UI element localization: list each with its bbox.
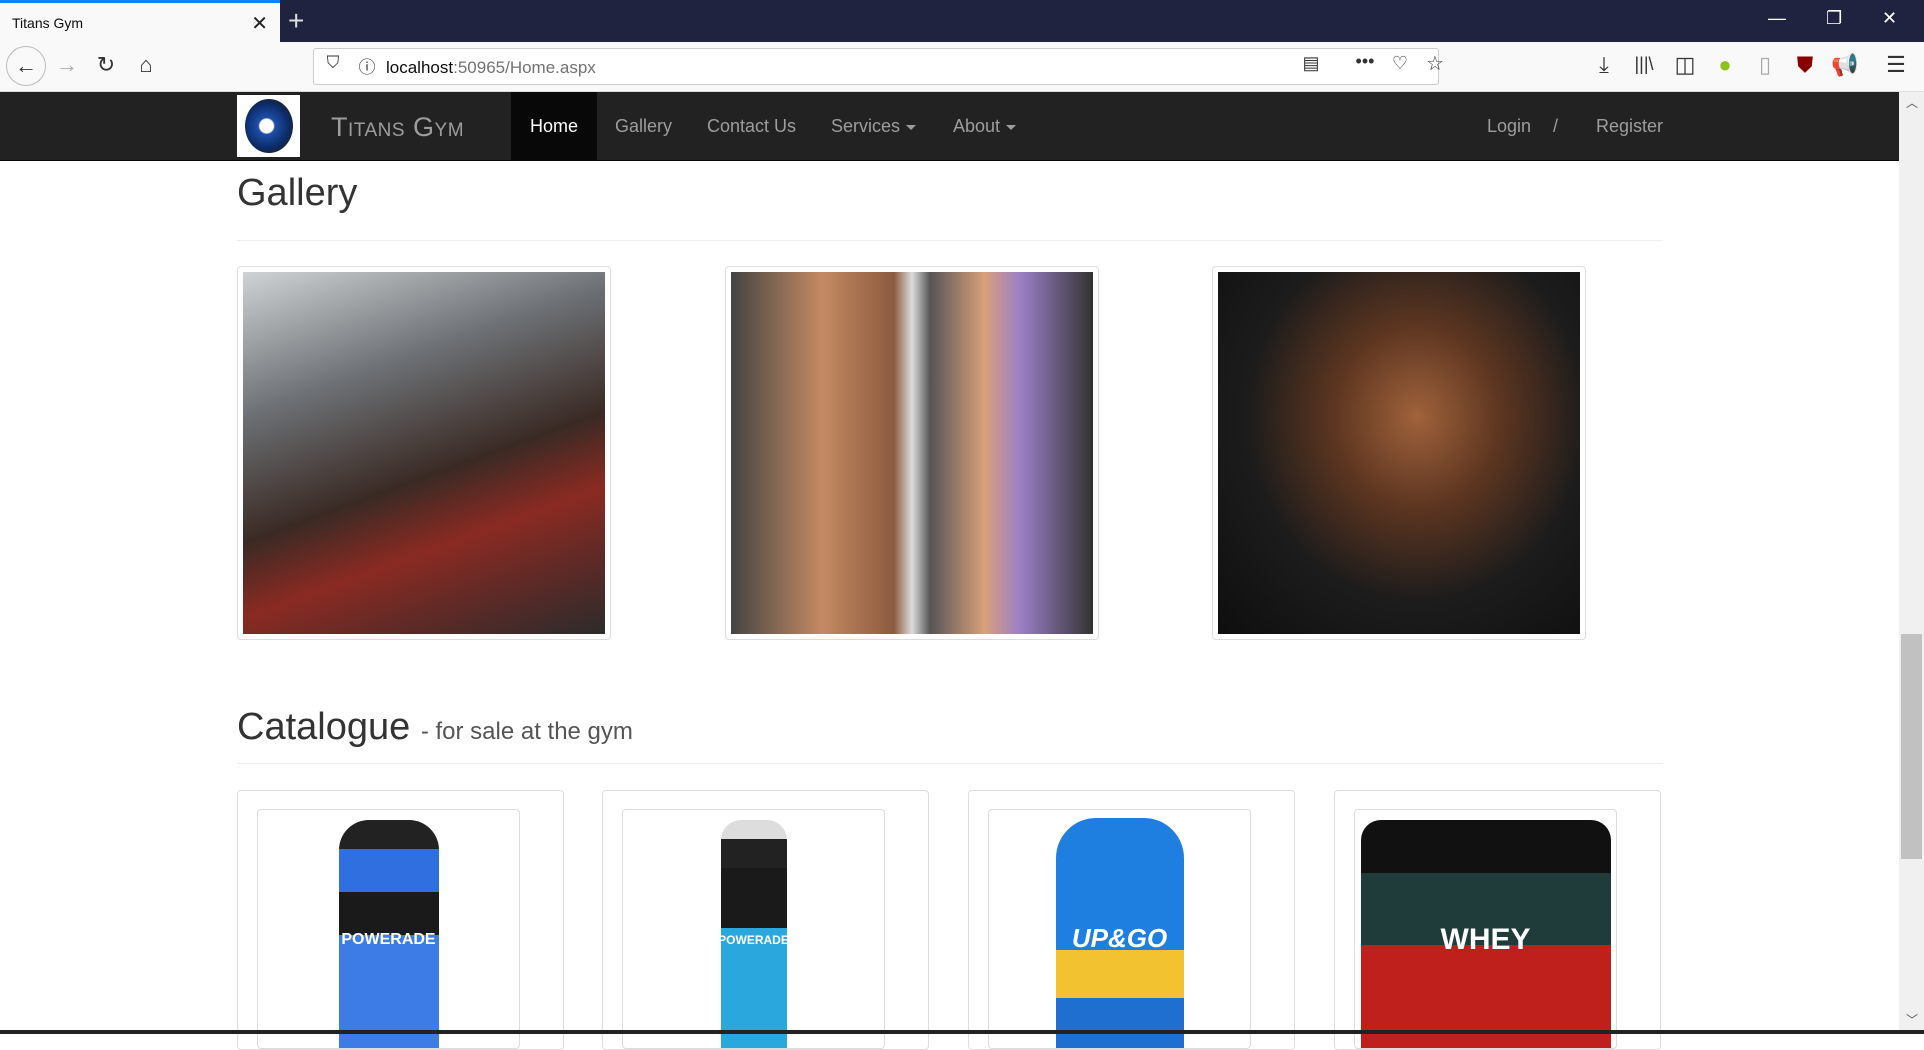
brand-name[interactable]: Titans Gym xyxy=(331,112,464,143)
titans-logo[interactable] xyxy=(237,95,300,157)
sidebar-icon[interactable]: ◫ xyxy=(1670,52,1700,78)
scrollbar-thumb[interactable] xyxy=(1901,634,1922,859)
product-image: WHEY xyxy=(1354,809,1617,1049)
divider xyxy=(237,240,1663,241)
ublock-icon[interactable]: ⛊ xyxy=(1790,52,1820,78)
product-label: POWERADE xyxy=(718,933,789,947)
product-image: POWERADE xyxy=(257,809,520,1049)
nav-separator: / xyxy=(1553,116,1559,136)
divider xyxy=(237,763,1663,764)
scroll-down-icon[interactable]: ﹀ xyxy=(1906,1011,1918,1028)
nav-about[interactable]: About xyxy=(934,92,1035,161)
taskbar-edge xyxy=(0,1030,1924,1034)
product-label: UP&GO xyxy=(1071,922,1168,953)
pocket-icon[interactable]: ♡ xyxy=(1385,53,1415,74)
megaphone-icon[interactable]: 📢 xyxy=(1830,52,1860,78)
back-icon[interactable]: ← xyxy=(6,46,46,86)
nav-services-label: Services xyxy=(831,116,901,136)
nav-home[interactable]: Home xyxy=(511,92,598,161)
caret-down-icon xyxy=(1006,124,1017,130)
menu-icon[interactable]: ☰ xyxy=(1881,52,1911,78)
gallery-thumbnail[interactable] xyxy=(1212,266,1586,640)
gallery-thumbnail[interactable] xyxy=(725,266,1099,640)
gallery-heading: Gallery xyxy=(237,172,358,214)
document-icon[interactable]: ▯ xyxy=(1750,52,1780,78)
reload-icon[interactable]: ↻ xyxy=(91,52,121,78)
nav-services[interactable]: Services xyxy=(812,92,935,161)
shield-icon[interactable]: ⛉ xyxy=(318,53,348,73)
nav-contact-us[interactable]: Contact Us xyxy=(688,92,815,161)
catalogue-title: Catalogue xyxy=(237,706,411,748)
catalogue-subtitle: - for sale at the gym xyxy=(420,718,633,745)
gallery-image xyxy=(731,272,1093,634)
more-actions-icon[interactable]: ••• xyxy=(1350,51,1380,72)
product-image: UP&GO xyxy=(988,809,1251,1049)
nav-about-label: About xyxy=(953,116,1001,136)
product-image: POWERADE xyxy=(622,809,885,1049)
library-icon[interactable]: |||\ xyxy=(1629,54,1659,75)
product-card[interactable]: UP&GO xyxy=(968,790,1295,1050)
product-card[interactable]: POWERADE xyxy=(602,790,929,1050)
url-text: localhost:50965/Home.aspx xyxy=(386,58,596,77)
site-navbar: Titans Gym Home Gallery Contact Us Servi… xyxy=(0,92,1899,161)
info-icon[interactable]: ⓘ xyxy=(352,53,382,78)
close-window-icon[interactable]: ✕ xyxy=(1882,8,1897,29)
browser-tab[interactable]: Titans Gym ✕ xyxy=(0,0,280,42)
forward-icon[interactable]: → xyxy=(52,52,82,78)
tab-bar: Titans Gym ✕ + — ❐ ✕ xyxy=(0,0,1924,42)
gallery-image xyxy=(1218,272,1580,634)
home-icon[interactable]: ⌂ xyxy=(131,52,161,78)
gallery-thumbnail[interactable] xyxy=(237,266,611,640)
product-label: WHEY xyxy=(1440,923,1531,956)
extension-arrow-icon[interactable]: ● xyxy=(1710,52,1740,78)
page-scrollbar[interactable]: ︿ ﹀ xyxy=(1899,92,1924,1030)
restore-icon[interactable]: ❐ xyxy=(1826,8,1842,29)
scroll-up-icon[interactable]: ︿ xyxy=(1906,94,1918,111)
product-label: POWERADE xyxy=(341,931,436,948)
nav-register[interactable]: Register xyxy=(1577,92,1682,161)
product-card[interactable]: POWERADE xyxy=(237,790,564,1050)
nav-login[interactable]: Login xyxy=(1468,92,1550,161)
tab-title: Titans Gym xyxy=(12,14,84,31)
bookmark-star-icon[interactable]: ☆ xyxy=(1420,51,1450,76)
product-card[interactable]: WHEY xyxy=(1334,790,1661,1050)
address-bar[interactable]: ⛉ ⓘ localhost:50965/Home.aspx ▤ ••• ♡ ☆ xyxy=(313,48,1444,85)
reader-view-icon[interactable]: ▤ xyxy=(1296,53,1326,74)
downloads-icon[interactable]: ⤓ xyxy=(1589,52,1619,78)
catalogue-heading: Catalogue - for sale at the gym xyxy=(237,706,633,749)
close-tab-icon[interactable]: ✕ xyxy=(251,11,268,36)
browser-toolbar: ← → ↻ ⌂ ⛉ ⓘ localhost:50965/Home.aspx ▤ … xyxy=(0,42,1924,92)
new-tab-icon[interactable]: + xyxy=(288,5,304,37)
minimize-icon[interactable]: — xyxy=(1768,8,1786,29)
gallery-image xyxy=(243,272,605,634)
nav-gallery[interactable]: Gallery xyxy=(596,92,691,161)
caret-down-icon xyxy=(906,124,917,130)
